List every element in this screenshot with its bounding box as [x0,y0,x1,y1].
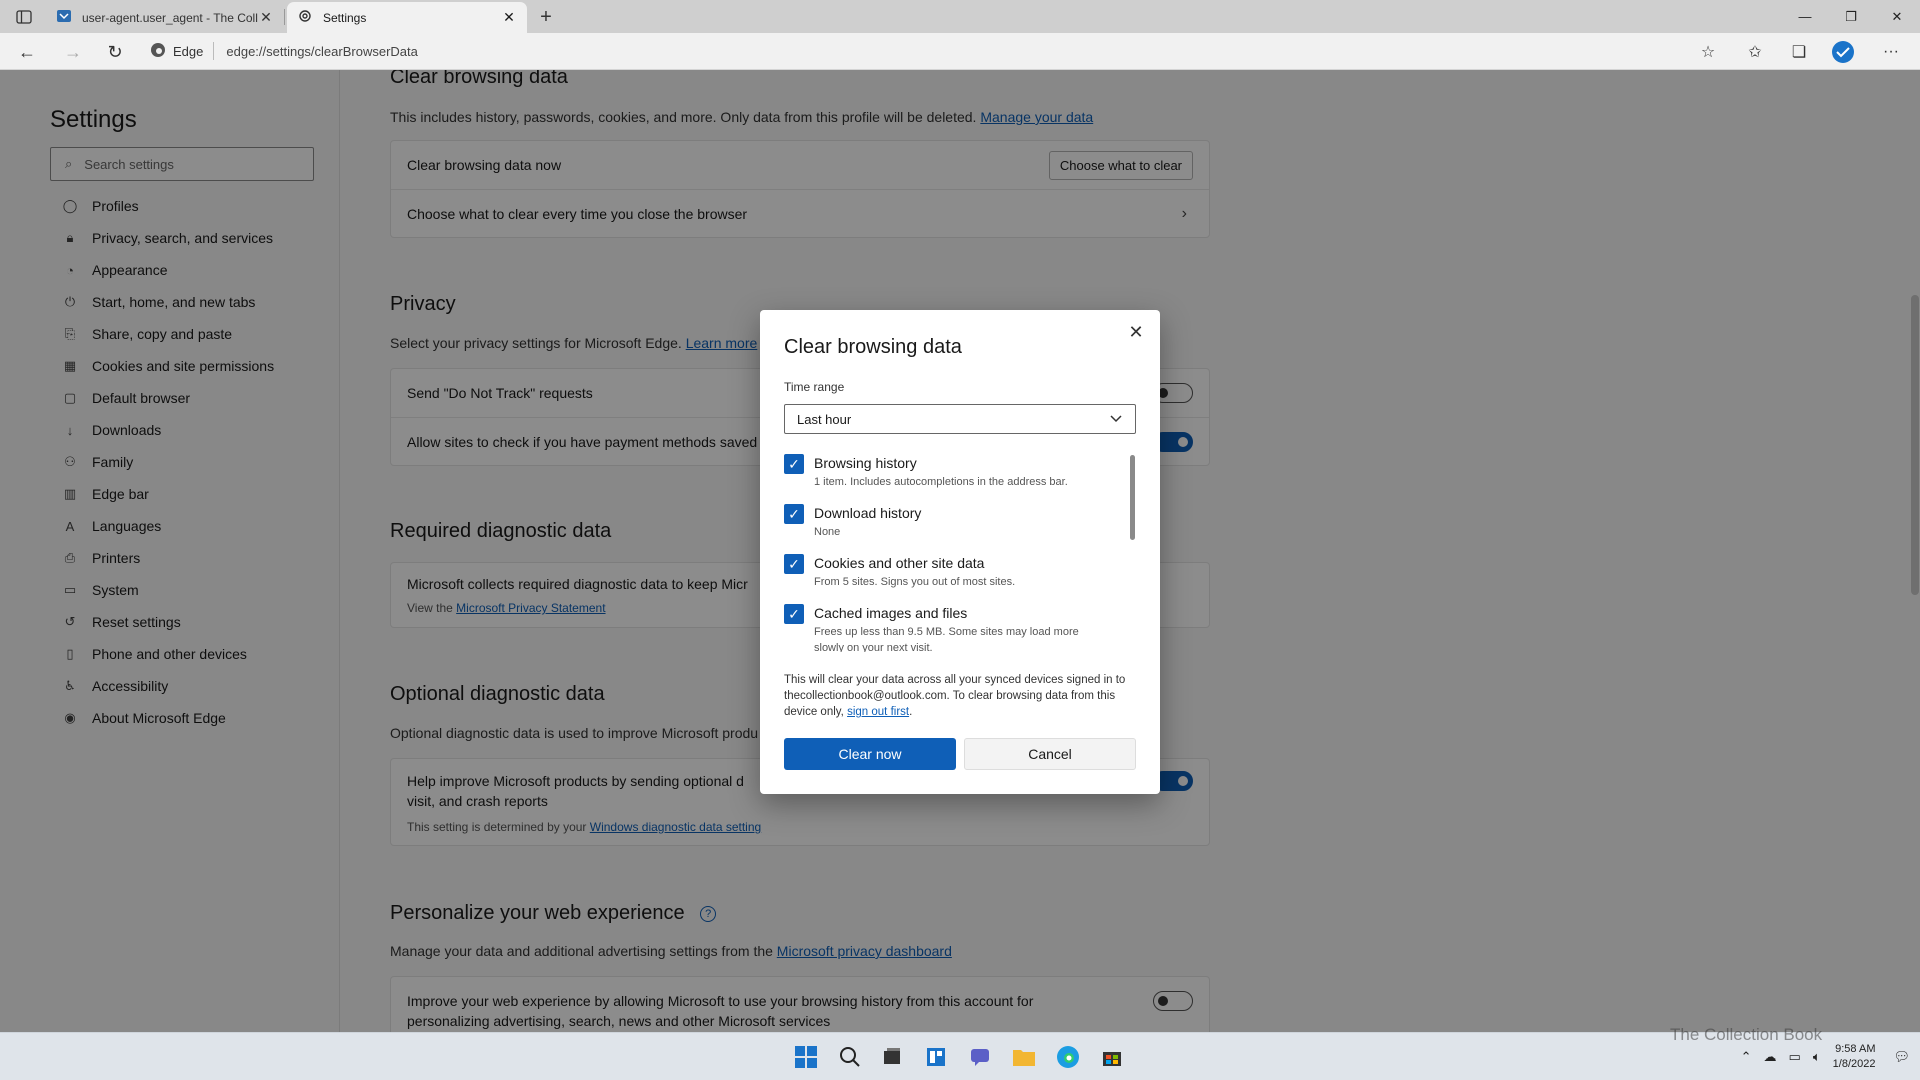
collections-icon[interactable]: ❏ [1785,38,1813,66]
address-chip-label: Edge [173,43,204,59]
option-title: Cookies and other site data [814,555,985,571]
search-icon[interactable] [836,1043,864,1071]
time-range-value: Last hour [797,411,852,427]
task-view-icon[interactable] [878,1043,906,1071]
start-icon[interactable] [792,1043,820,1071]
tab-actions-icon[interactable] [10,6,38,28]
option-subtitle: From 5 sites. Signs you out of most site… [814,576,1016,588]
watermark-text: The Collection Book [1670,1025,1823,1044]
tab-strip: user-agent.user_agent - The Coll ✕ Setti… [0,0,1920,33]
cancel-button[interactable]: Cancel [964,738,1136,770]
clock-date: 1/8/2022 [1832,1058,1876,1070]
download-history-checkbox[interactable]: ✓ [784,504,804,524]
clock[interactable]: 9:58 AM 1/8/2022 [1833,1042,1876,1072]
file-explorer-icon[interactable] [1010,1043,1038,1071]
forward-icon[interactable]: → [58,37,88,67]
back-icon[interactable]: ← [12,37,42,67]
window-controls: — ❐ ✕ [1782,0,1920,33]
sync-note-end: . [909,706,913,718]
option-title: Cached images and files [814,605,968,621]
close-icon[interactable]: ✕ [1122,318,1150,346]
address-bar[interactable]: Edge edge://settings/clearBrowserData [150,36,1720,66]
option-subtitle: 1 item. Includes autocompletions in the … [814,476,1068,488]
option-subtitle: Frees up less than 9.5 MB. Some sites ma… [814,626,1079,652]
time-range-label: Time range [784,380,845,394]
refresh-icon[interactable]: ↻ [100,37,130,67]
time-range-select[interactable]: Last hour [784,404,1136,434]
close-tab-icon[interactable]: ✕ [501,9,517,26]
minimize-icon[interactable]: — [1782,0,1828,33]
clear-browsing-data-dialog: Clear browsing data ✕ Time range Last ho… [760,310,1160,794]
widgets-icon[interactable] [922,1043,950,1071]
monitor-icon[interactable]: ▭ [1789,1049,1801,1065]
sign-out-first-link[interactable]: sign out first [847,706,909,718]
option-subtitle: None [814,526,841,538]
cloud-icon[interactable]: ☁ [1764,1049,1777,1065]
tab-title: user-agent.user_agent - The Coll [82,10,258,25]
cookies-checkbox[interactable]: ✓ [784,554,804,574]
restore-icon[interactable]: ❐ [1828,0,1874,33]
windows-taskbar: ⌃ ☁ ▭ 🔈︎ 9:58 AM 1/8/2022 💬︎ [0,1032,1920,1080]
new-tab-icon[interactable]: + [533,4,559,30]
add-favorite-icon[interactable]: ☆ [1694,38,1722,66]
browsing-history-checkbox[interactable]: ✓ [784,454,804,474]
dialog-title: Clear browsing data [784,336,962,358]
profile-avatar-icon[interactable] [1829,38,1857,66]
data-options-list: ✓ Browsing history 1 item. Includes auto… [784,452,1124,652]
notification-icon[interactable]: 💬︎ [1893,1049,1910,1065]
option-title: Browsing history [814,455,917,471]
gear-icon [297,8,313,27]
page-favicon-icon [56,8,72,27]
tab-settings[interactable]: Settings ✕ [287,2,527,33]
sync-note-text: This will clear your data across all you… [784,674,1126,718]
close-tab-icon[interactable]: ✕ [258,9,274,26]
sync-note: This will clear your data across all you… [784,672,1139,720]
page-scrollbar[interactable] [1910,70,1920,1032]
edge-logo-icon [150,42,166,61]
volume-icon[interactable]: 🔈︎ [1813,1049,1821,1065]
options-scrollbar[interactable] [1130,455,1135,540]
more-menu-icon[interactable]: ··· [1877,38,1905,66]
browser-toolbar: ← → ↻ Edge edge://settings/clearBrowserD… [0,33,1920,70]
clock-time: 9:58 AM [1835,1043,1876,1055]
site-identity[interactable]: Edge [150,42,215,61]
tab-divider [284,9,285,25]
store-icon[interactable] [1098,1043,1126,1071]
chevron-down-icon [1109,412,1123,427]
url-text: edge://settings/clearBrowserData [226,43,418,59]
cached-images-checkbox[interactable]: ✓ [784,604,804,624]
tab-user-agent[interactable]: user-agent.user_agent - The Coll ✕ [46,2,284,33]
favorites-icon[interactable]: ✩ [1741,38,1769,66]
option-title: Download history [814,505,922,521]
chevron-up-icon[interactable]: ⌃ [1741,1049,1752,1065]
close-window-icon[interactable]: ✕ [1874,0,1920,33]
chat-icon[interactable] [966,1043,994,1071]
clear-now-button[interactable]: Clear now [784,738,956,770]
edge-taskbar-icon[interactable] [1054,1043,1082,1071]
scrollbar-thumb[interactable] [1911,295,1919,595]
tab-title: Settings [323,10,367,25]
